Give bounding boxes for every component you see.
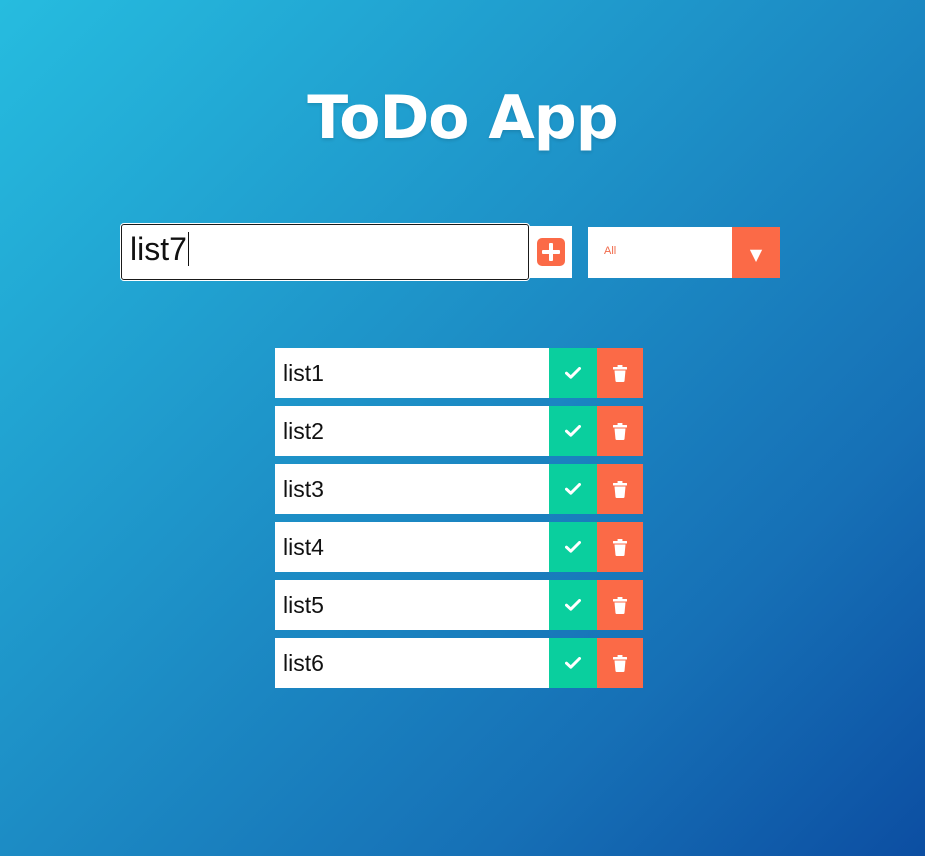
todo-item: list6 (275, 638, 643, 688)
check-icon (565, 657, 581, 669)
complete-button[interactable] (549, 464, 597, 514)
complete-button[interactable] (549, 406, 597, 456)
complete-button[interactable] (549, 348, 597, 398)
filter-select[interactable]: All ▼ (588, 227, 780, 278)
trash-icon (613, 538, 627, 556)
delete-button[interactable] (597, 464, 643, 514)
app-title: ToDo App (307, 83, 618, 154)
todo-item: list1 (275, 348, 643, 398)
todo-item: list3 (275, 464, 643, 514)
todo-item: list5 (275, 580, 643, 630)
todo-text: list1 (283, 360, 324, 386)
todo-text: list3 (283, 476, 324, 502)
todo-item: list2 (275, 406, 643, 456)
todo-text: list4 (283, 534, 324, 560)
todo-list: list1 list2 list3 list4 list5 list6 (275, 348, 643, 696)
todo-input-value: list7 (130, 231, 187, 267)
complete-button[interactable] (549, 522, 597, 572)
trash-icon (613, 364, 627, 382)
todo-text: list5 (283, 592, 324, 618)
plus-square-icon (536, 238, 565, 266)
todo-text: list2 (283, 418, 324, 444)
delete-button[interactable] (597, 638, 643, 688)
check-icon (565, 483, 581, 495)
check-icon (565, 425, 581, 437)
add-todo-button[interactable] (529, 226, 572, 278)
delete-button[interactable] (597, 406, 643, 456)
text-caret (187, 232, 189, 266)
complete-button[interactable] (549, 638, 597, 688)
todo-input[interactable]: list7 (121, 224, 529, 280)
trash-icon (613, 480, 627, 498)
trash-icon (613, 654, 627, 672)
todo-item: list4 (275, 522, 643, 572)
triangle-down-icon[interactable]: ▼ (732, 227, 780, 278)
delete-button[interactable] (597, 348, 643, 398)
todo-text: list6 (283, 650, 324, 676)
delete-button[interactable] (597, 522, 643, 572)
trash-icon (613, 596, 627, 614)
trash-icon (613, 422, 627, 440)
check-icon (565, 599, 581, 611)
check-icon (565, 541, 581, 553)
todo-form: list7 All ▼ (121, 224, 781, 280)
complete-button[interactable] (549, 580, 597, 630)
delete-button[interactable] (597, 580, 643, 630)
check-icon (565, 367, 581, 379)
filter-selected-value: All (604, 245, 617, 257)
